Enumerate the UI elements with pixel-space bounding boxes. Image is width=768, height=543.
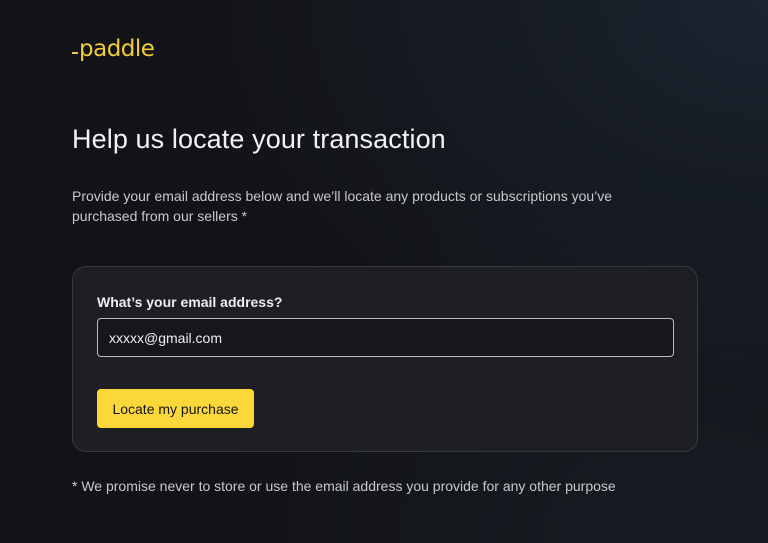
logo-text: paddle — [79, 36, 155, 62]
email-input[interactable] — [97, 318, 674, 357]
email-lookup-card: What’s your email address? Locate my pur… — [72, 266, 698, 452]
locate-purchase-button[interactable]: Locate my purchase — [97, 389, 254, 428]
paddle-logo[interactable]: paddle — [72, 34, 155, 64]
page: paddle Help us locate your transaction P… — [0, 0, 768, 543]
logo-mark-icon — [72, 52, 78, 54]
privacy-disclaimer: * We promise never to store or use the e… — [72, 478, 616, 494]
page-title: Help us locate your transaction — [72, 124, 446, 154]
page-description: Provide your email address below and we’… — [72, 188, 613, 224]
email-field-label: What’s your email address? — [97, 294, 283, 310]
